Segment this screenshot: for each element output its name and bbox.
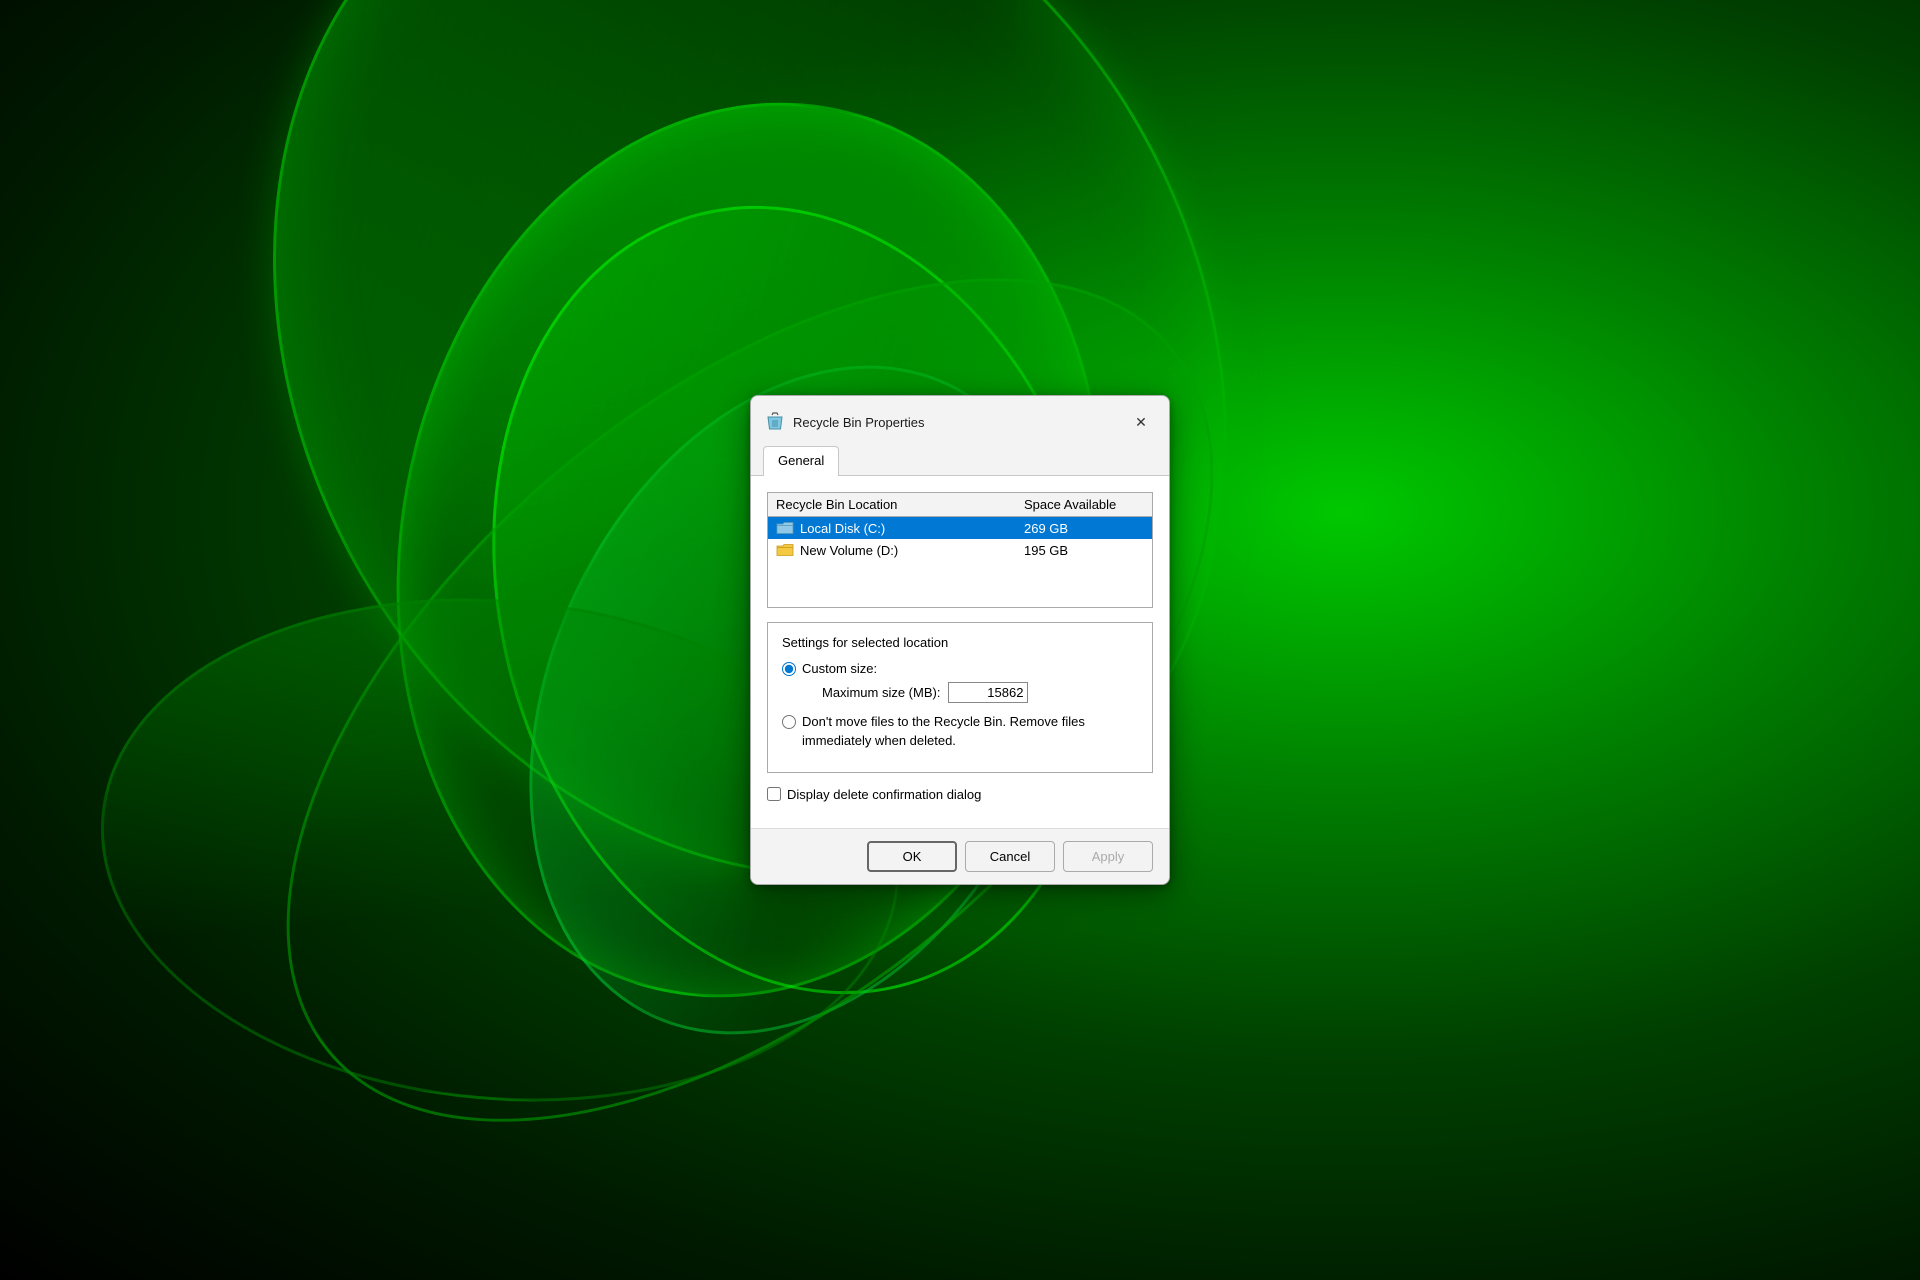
tab-general[interactable]: General	[763, 446, 839, 476]
title-left: Recycle Bin Properties	[765, 412, 925, 432]
drive-c-space: 269 GB	[1024, 521, 1144, 536]
settings-title: Settings for selected location	[782, 635, 1138, 650]
dialog-title: Recycle Bin Properties	[793, 415, 925, 430]
recycle-bin-properties-dialog: Recycle Bin Properties ✕ General Recycle…	[750, 395, 1170, 885]
folder-d-icon	[776, 542, 794, 558]
dialog-titlebar: Recycle Bin Properties ✕	[751, 396, 1169, 446]
custom-size-radio[interactable]	[782, 662, 796, 676]
display-confirm-label[interactable]: Display delete confirmation dialog	[787, 787, 981, 802]
drive-table-header: Recycle Bin Location Space Available	[768, 493, 1152, 517]
checkbox-row: Display delete confirmation dialog	[767, 787, 1153, 802]
col-header-location: Recycle Bin Location	[776, 497, 1024, 512]
close-button[interactable]: ✕	[1127, 408, 1155, 436]
dialog-overlay: Recycle Bin Properties ✕ General Recycle…	[0, 0, 1920, 1280]
folder-c-icon	[776, 520, 794, 536]
radio-dont-move: Don't move files to the Recycle Bin. Rem…	[782, 713, 1138, 749]
dont-move-label[interactable]: Don't move files to the Recycle Bin. Rem…	[802, 713, 1138, 749]
dialog-footer: OK Cancel Apply	[751, 828, 1169, 884]
display-confirm-checkbox[interactable]	[767, 787, 781, 801]
dialog-tabs: General	[751, 446, 1169, 476]
cancel-button[interactable]: Cancel	[965, 841, 1055, 872]
drive-c-name: Local Disk (C:)	[800, 521, 1024, 536]
drive-table-body: Local Disk (C:) 269 GB New Volume (D:) 1…	[768, 517, 1152, 607]
ok-button[interactable]: OK	[867, 841, 957, 872]
radio-custom-size: Custom size: Maximum size (MB):	[782, 660, 1138, 703]
dialog-body: Recycle Bin Location Space Available Loc…	[751, 476, 1169, 828]
custom-size-label[interactable]: Custom size:	[802, 661, 877, 676]
drive-d-name: New Volume (D:)	[800, 543, 1024, 558]
custom-size-option-content: Custom size: Maximum size (MB):	[802, 660, 1028, 703]
max-size-input[interactable]	[948, 682, 1028, 703]
apply-button[interactable]: Apply	[1063, 841, 1153, 872]
settings-section: Settings for selected location Custom si…	[767, 622, 1153, 773]
drive-table: Recycle Bin Location Space Available Loc…	[767, 492, 1153, 608]
recycle-bin-icon	[765, 412, 785, 432]
drive-row-c[interactable]: Local Disk (C:) 269 GB	[768, 517, 1152, 539]
drive-d-space: 195 GB	[1024, 543, 1144, 558]
drive-row-d[interactable]: New Volume (D:) 195 GB	[768, 539, 1152, 561]
max-size-row: Maximum size (MB):	[822, 682, 1028, 703]
dont-move-radio[interactable]	[782, 715, 796, 729]
max-size-label: Maximum size (MB):	[822, 685, 940, 700]
col-header-space: Space Available	[1024, 497, 1144, 512]
